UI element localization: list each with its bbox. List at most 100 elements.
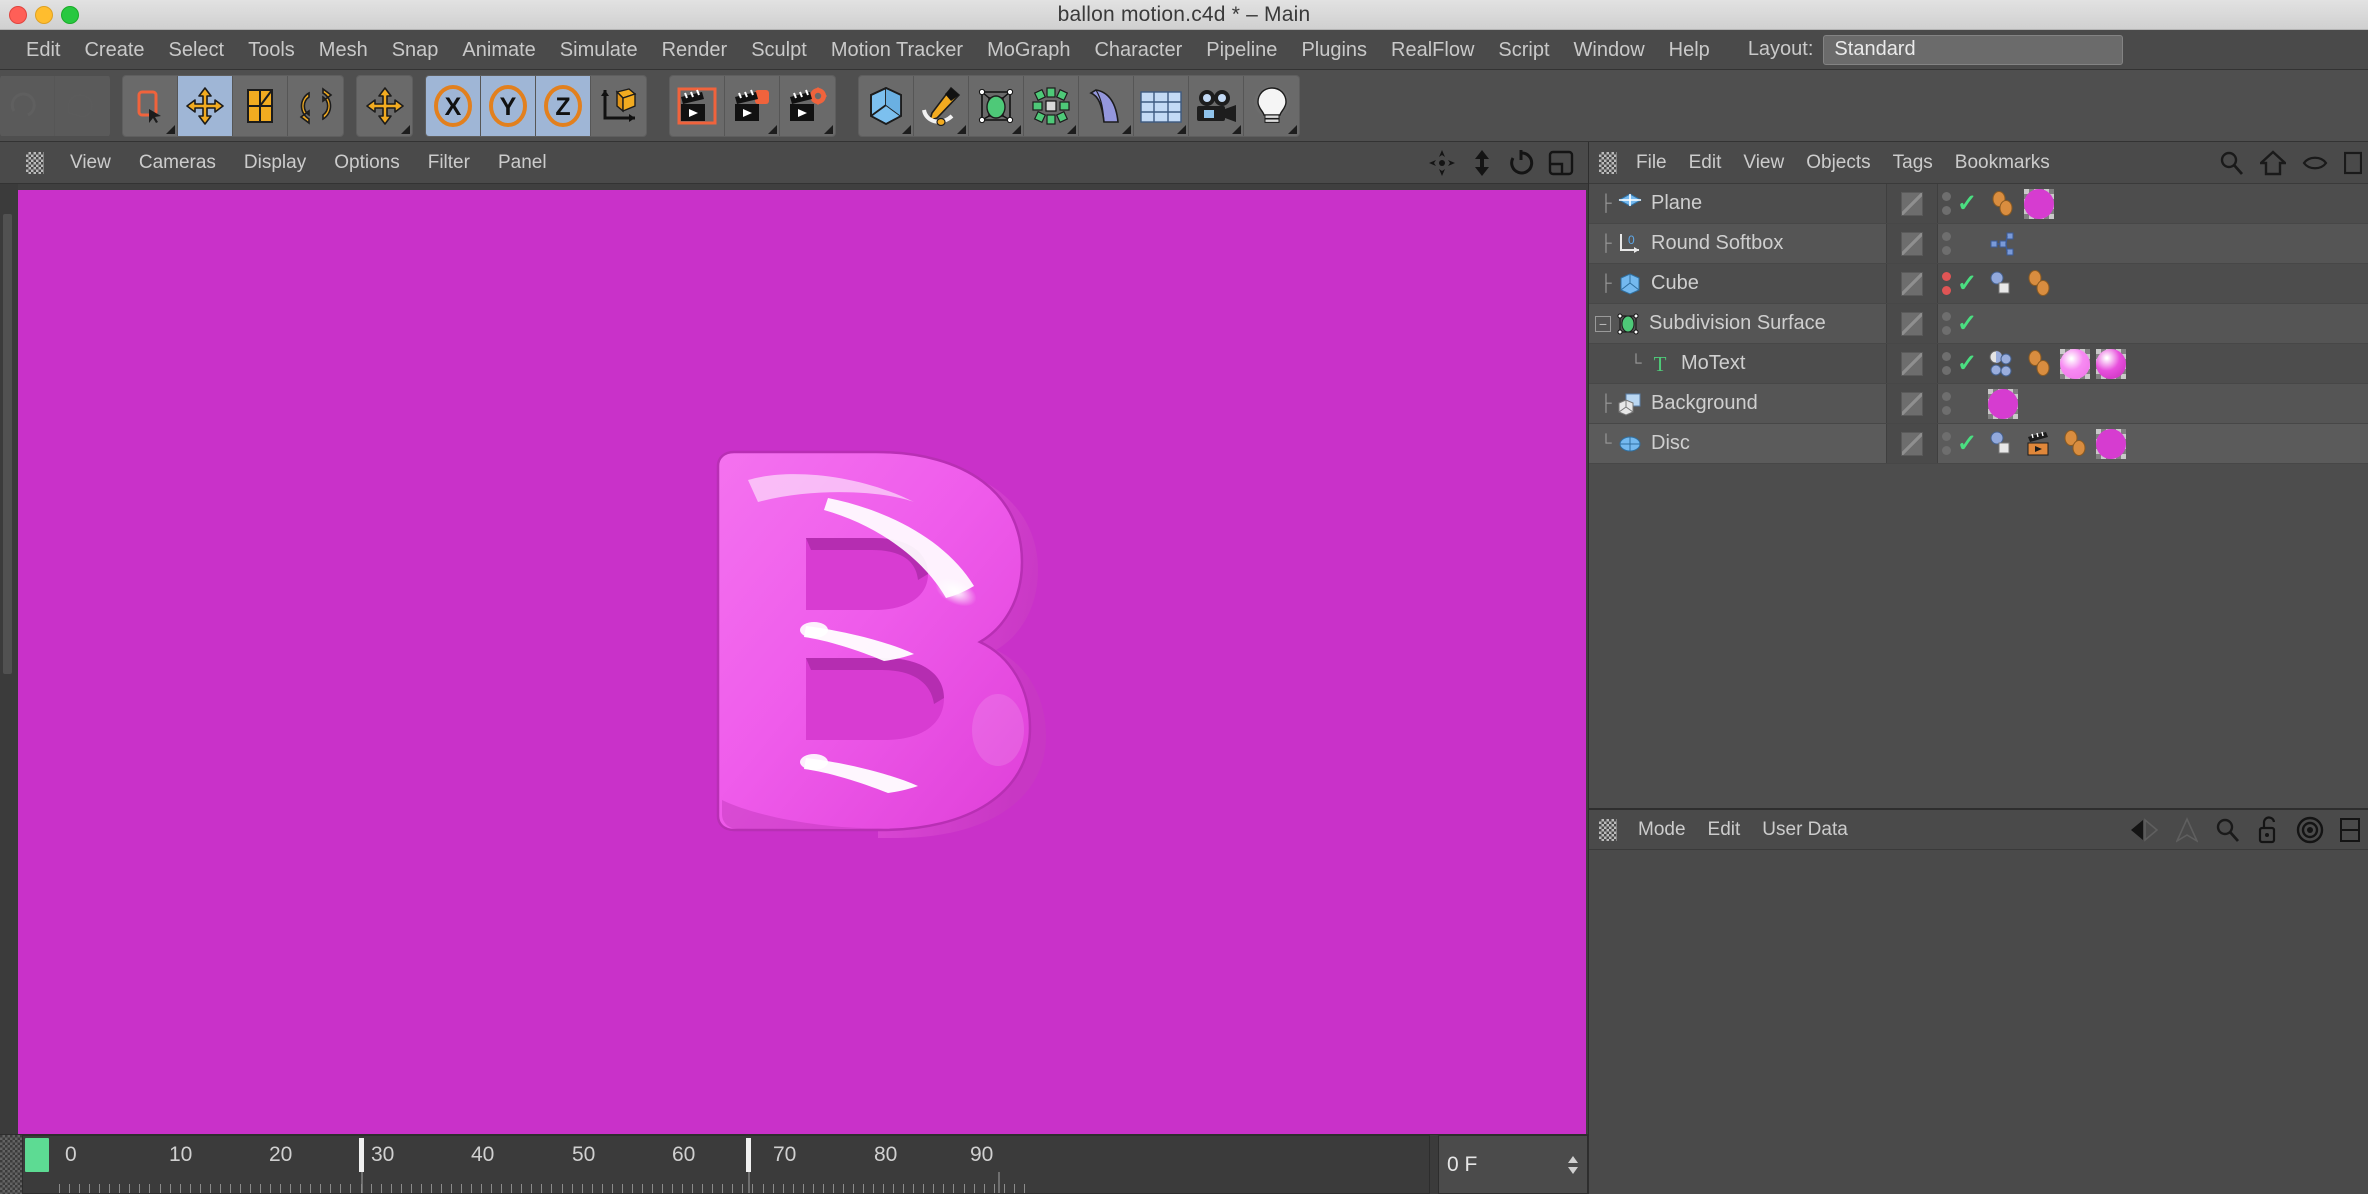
- subdivision-surface-button[interactable]: [969, 75, 1024, 136]
- object-visibility-cell[interactable]: [1886, 224, 1938, 263]
- object-row-disc[interactable]: └ Disc ✓: [1589, 424, 2368, 464]
- cube-primitive-button[interactable]: [859, 75, 914, 136]
- material-pink-tag-icon[interactable]: [2060, 348, 2090, 379]
- menu-item-render[interactable]: Render: [650, 30, 740, 70]
- object-manager-menu-objects[interactable]: Objects: [1795, 142, 1881, 184]
- object-enabled-check-icon[interactable]: ✓: [1954, 309, 1980, 338]
- visibility-toggle-icon[interactable]: [1901, 191, 1923, 216]
- lock-y-axis-button[interactable]: Y: [481, 75, 536, 136]
- spline-pen-button[interactable]: [914, 75, 969, 136]
- cloner-tag-icon[interactable]: [1988, 269, 2018, 299]
- menu-item-window[interactable]: Window: [1562, 30, 1657, 70]
- eye-icon[interactable]: [2302, 154, 2328, 172]
- object-name-cell[interactable]: ├ Cube: [1589, 264, 1886, 303]
- rotate-icon[interactable]: [1508, 149, 1534, 177]
- target-icon[interactable]: [2296, 816, 2324, 844]
- viewport-menu-panel[interactable]: Panel: [486, 142, 559, 184]
- pan-icon[interactable]: [1428, 149, 1456, 177]
- object-name-cell[interactable]: ├ 0 Round Softbox: [1589, 224, 1886, 263]
- menu-item-sculpt[interactable]: Sculpt: [739, 30, 819, 70]
- search-icon[interactable]: [2214, 817, 2240, 843]
- undo-button[interactable]: [0, 75, 55, 136]
- panel-grip-icon[interactable]: [26, 151, 44, 174]
- menu-item-pipeline[interactable]: Pipeline: [1194, 30, 1289, 70]
- menu-item-plugins[interactable]: Plugins: [1289, 30, 1379, 70]
- viewport-menu-display[interactable]: Display: [232, 142, 318, 184]
- phong-tag-icon[interactable]: [2024, 349, 2054, 379]
- phong-tag-icon[interactable]: [1988, 189, 2018, 219]
- current-frame-field[interactable]: 0 F: [1438, 1135, 1588, 1194]
- object-name-cell[interactable]: └ Disc: [1589, 424, 1886, 463]
- object-tags-cell[interactable]: [1980, 384, 2368, 423]
- object-row-subdivision-surface[interactable]: − Subdivision Surface ✓: [1589, 304, 2368, 344]
- object-tags-cell[interactable]: [1980, 224, 2368, 263]
- visibility-toggle-icon[interactable]: [1901, 431, 1923, 456]
- menu-item-character[interactable]: Character: [1082, 30, 1194, 70]
- timeline-playhead[interactable]: [25, 1138, 49, 1172]
- mograph-tag-icon[interactable]: [1988, 349, 2018, 379]
- object-manager-grip-icon[interactable]: [1599, 151, 1617, 174]
- light-button[interactable]: [1244, 75, 1299, 136]
- visibility-toggle-icon[interactable]: [1901, 351, 1923, 376]
- render-to-picture-viewer-button[interactable]: [725, 75, 780, 136]
- attribute-manager-grip-icon[interactable]: [1599, 818, 1617, 841]
- object-tags-cell[interactable]: [1980, 264, 2368, 303]
- move-vertical-icon[interactable]: [1470, 149, 1494, 177]
- attribute-manager-menu-user-data[interactable]: User Data: [1751, 809, 1859, 851]
- timeline-marker-1[interactable]: [359, 1138, 364, 1172]
- menu-item-tools[interactable]: Tools: [236, 30, 307, 70]
- visibility-toggle-icon[interactable]: [1901, 391, 1923, 416]
- move-axis-button[interactable]: [357, 75, 412, 136]
- phong-tag-icon[interactable]: [2060, 429, 2090, 459]
- object-visibility-cell[interactable]: [1886, 304, 1938, 343]
- xpresso-tag-icon[interactable]: [1988, 229, 2018, 259]
- rotate-tool-button[interactable]: [288, 75, 343, 136]
- floor-environment-button[interactable]: [1134, 75, 1189, 136]
- object-manager-menu-view[interactable]: View: [1732, 142, 1795, 184]
- array-generator-button[interactable]: [1024, 75, 1079, 136]
- menu-item-edit[interactable]: Edit: [14, 30, 72, 70]
- object-row-cube[interactable]: ├ Cube ✓: [1589, 264, 2368, 304]
- object-name-cell[interactable]: └ T MoText: [1589, 344, 1886, 383]
- object-name-cell[interactable]: ├ Background: [1589, 384, 1886, 423]
- material-magenta-tag-icon[interactable]: [2024, 188, 2054, 219]
- object-enabled-check-icon[interactable]: ✓: [1954, 349, 1980, 378]
- move-tool-button[interactable]: [178, 75, 233, 136]
- object-name-cell[interactable]: − Subdivision Surface: [1589, 304, 1886, 343]
- bend-deformer-button[interactable]: [1079, 75, 1134, 136]
- menu-item-script[interactable]: Script: [1486, 30, 1561, 70]
- camera-button[interactable]: [1189, 75, 1244, 136]
- object-tags-cell[interactable]: [1980, 304, 2368, 343]
- object-name-cell[interactable]: ├ Plane: [1589, 184, 1886, 223]
- home-icon[interactable]: [2260, 149, 2286, 176]
- up-arrow-icon[interactable]: [2176, 816, 2198, 843]
- viewport-canvas[interactable]: [18, 190, 1586, 1134]
- cloner-tag-icon[interactable]: [1988, 429, 2018, 459]
- object-editor-render-dots[interactable]: [1938, 224, 1954, 263]
- object-manager-menu-edit[interactable]: Edit: [1678, 142, 1733, 184]
- object-manager-menu-tags[interactable]: Tags: [1882, 142, 1944, 184]
- phong-tag-icon[interactable]: [2024, 269, 2054, 299]
- object-visibility-cell[interactable]: [1886, 264, 1938, 303]
- viewport-menu-cameras[interactable]: Cameras: [127, 142, 228, 184]
- object-editor-render-dots[interactable]: [1938, 424, 1954, 463]
- object-editor-render-dots[interactable]: [1938, 384, 1954, 423]
- object-enabled-check-icon[interactable]: ✓: [1954, 189, 1980, 218]
- menu-item-realflow[interactable]: RealFlow: [1379, 30, 1486, 70]
- attribute-manager-menu-edit[interactable]: Edit: [1697, 809, 1752, 851]
- redo-button[interactable]: [55, 75, 110, 136]
- object-manager-menu-file[interactable]: File: [1625, 142, 1678, 184]
- keyframe-tag-icon[interactable]: [2024, 429, 2054, 459]
- frame-spinner-icon[interactable]: [1567, 1155, 1579, 1175]
- viewport-menu-view[interactable]: View: [58, 142, 123, 184]
- unlock-icon[interactable]: [2256, 815, 2280, 844]
- menu-item-mesh[interactable]: Mesh: [307, 30, 380, 70]
- object-editor-render-dots[interactable]: [1938, 304, 1954, 343]
- visibility-toggle-icon[interactable]: [1901, 231, 1923, 256]
- back-arrow-icon[interactable]: [2130, 817, 2160, 843]
- timeline-grip-icon[interactable]: [0, 1135, 22, 1194]
- world-object-axis-button[interactable]: [591, 75, 646, 136]
- layout-dropdown[interactable]: Standard: [1823, 34, 2124, 65]
- material-magenta-tag-icon[interactable]: [2096, 428, 2126, 459]
- menu-item-simulate[interactable]: Simulate: [548, 30, 650, 70]
